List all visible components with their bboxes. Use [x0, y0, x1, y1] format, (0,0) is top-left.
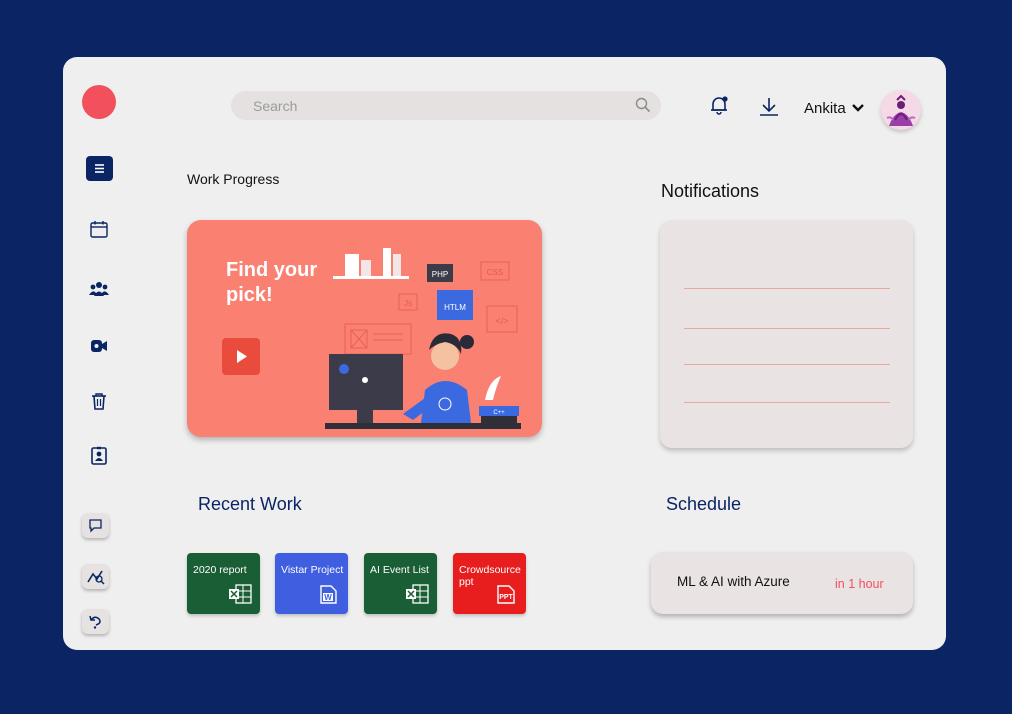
work-progress-title: Work Progress — [187, 171, 280, 187]
team-icon[interactable] — [87, 277, 111, 301]
banner-tag-cpp: C++ — [493, 410, 505, 416]
notifications-title: Notifications — [661, 181, 760, 201]
excel-icon — [406, 584, 429, 604]
chat-icon — [89, 519, 102, 533]
app-logo[interactable] — [82, 85, 116, 119]
excel-icon — [229, 584, 252, 604]
notifications-panel — [660, 220, 913, 448]
recent-file-2020-report[interactable]: 2020 report — [187, 553, 260, 614]
download-icon[interactable] — [758, 96, 780, 118]
calendar-icon[interactable] — [87, 218, 111, 242]
video-call-icon[interactable] — [87, 334, 111, 358]
banner-tag-js: Js — [404, 299, 412, 308]
avatar[interactable] — [881, 90, 921, 130]
file-label: Vistar Project — [281, 564, 344, 576]
file-label: 2020 report — [193, 564, 247, 576]
notification-line — [684, 328, 890, 329]
banner-tag-css: CSS — [487, 268, 503, 277]
trash-icon[interactable] — [87, 390, 111, 414]
search-input[interactable] — [251, 97, 625, 115]
work-progress-banner[interactable]: Find your pick! PHP CSS Js HTLM </> C++ — [187, 220, 542, 437]
svg-text:PPT: PPT — [499, 594, 513, 601]
svg-text:</>: </> — [495, 316, 508, 326]
notification-line — [684, 288, 890, 289]
recent-file-crowdsource-ppt[interactable]: Crowdsource ppt PPT — [453, 553, 526, 614]
word-icon: W — [320, 585, 337, 604]
schedule-title: Schedule — [666, 494, 742, 514]
menu-icon — [95, 164, 104, 173]
chevron-down-icon[interactable] — [851, 102, 865, 114]
user-name[interactable]: Ankita — [804, 100, 846, 117]
undo-button[interactable] — [82, 609, 109, 634]
chat-button[interactable] — [82, 513, 109, 538]
banner-tag-php: PHP — [432, 270, 448, 279]
undo-icon — [89, 615, 101, 629]
contact-badge-icon[interactable] — [87, 444, 111, 468]
play-button[interactable] — [222, 338, 260, 375]
menu-button[interactable] — [86, 156, 113, 181]
schedule-item[interactable]: ML & AI with Azure in 1 hour — [651, 552, 913, 614]
search-icon[interactable] — [635, 97, 651, 113]
file-label: AI Event List — [370, 564, 429, 576]
recent-file-ai-event-list[interactable]: AI Event List — [364, 553, 437, 614]
notification-line — [684, 364, 890, 365]
schedule-item-time: in 1 hour — [835, 577, 884, 591]
notification-bell-icon[interactable] — [708, 94, 730, 116]
recent-work-title: Recent Work — [198, 494, 302, 514]
avatar-illustration-icon — [886, 94, 916, 126]
analytics-icon — [87, 570, 105, 585]
search-bar[interactable] — [231, 91, 661, 120]
recent-file-vistar-project[interactable]: Vistar Project W — [275, 553, 348, 614]
schedule-item-title: ML & AI with Azure — [677, 574, 790, 589]
developer-illustration: PHP CSS Js HTLM </> C++ — [325, 248, 521, 429]
svg-text:W: W — [324, 593, 332, 602]
powerpoint-icon: PPT — [497, 585, 515, 604]
notification-line — [684, 402, 890, 403]
analytics-button[interactable] — [82, 564, 109, 589]
play-icon — [237, 350, 247, 363]
banner-tag-htlm: HTLM — [444, 303, 466, 312]
